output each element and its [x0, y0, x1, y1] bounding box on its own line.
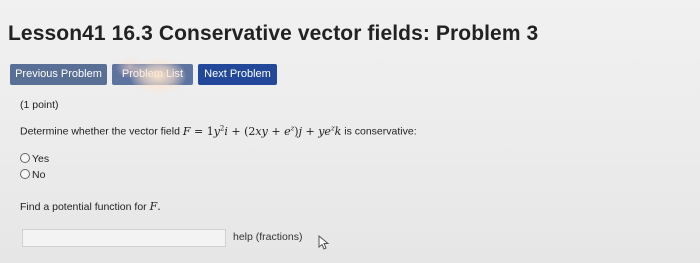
option-yes[interactable]: Yes — [20, 153, 49, 165]
no-radio[interactable] — [20, 169, 30, 180]
page-title: Lesson41 16.3 Conservative vector fields… — [8, 22, 539, 45]
points-label: (1 point) — [20, 99, 59, 111]
find-potential-text: Find a potential function for F. — [20, 200, 161, 213]
mouse-pointer-icon — [318, 235, 330, 250]
find-prefix: Find a potential function for — [20, 201, 147, 213]
yes-label: Yes — [32, 153, 50, 165]
help-fractions-link[interactable]: help (fractions) — [233, 231, 302, 243]
question-text: Determine whether the vector field F = 1… — [20, 124, 417, 138]
previous-problem-button[interactable]: Previous Problem — [10, 64, 107, 85]
no-label: No — [32, 169, 46, 181]
question-prefix: Determine whether the vector field — [20, 125, 180, 138]
option-no[interactable]: No — [20, 169, 45, 181]
problem-list-button[interactable]: Problem List — [112, 64, 193, 85]
next-problem-button[interactable]: Next Problem — [198, 64, 277, 85]
find-variable: F. — [149, 200, 161, 213]
answer-input[interactable] — [22, 229, 226, 247]
page: Lesson41 16.3 Conservative vector fields… — [0, 0, 700, 263]
vector-field-formula: F = 1y2i + (2xy + ez)j + yezk — [182, 124, 342, 138]
question-suffix: is conservative: — [344, 125, 417, 138]
yes-radio[interactable] — [20, 153, 30, 164]
